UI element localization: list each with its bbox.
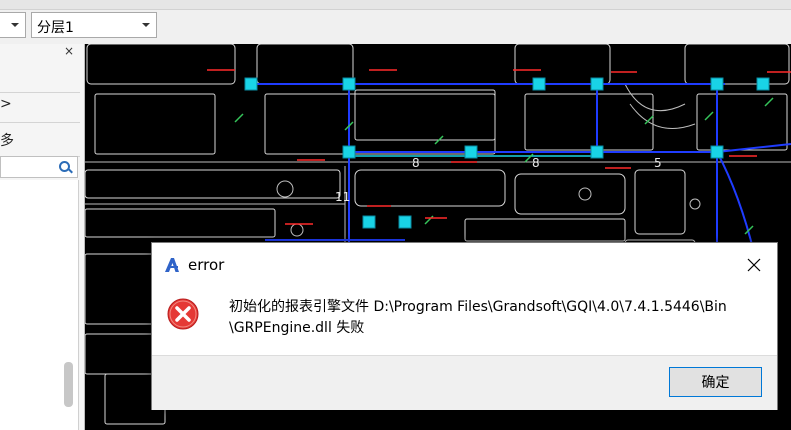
dimension-label: 5 bbox=[654, 156, 662, 170]
chevron-down-icon bbox=[142, 23, 150, 27]
dialog-message-line: \GRPEngine.dll 失败 bbox=[229, 320, 365, 336]
dialog-message-line: 初始化的报表引擎文件 D:\Program Files\Grandsoft\GQ… bbox=[229, 299, 727, 315]
panel-row-label: 多 bbox=[0, 133, 14, 149]
layer-combo[interactable]: 分层1 bbox=[31, 12, 157, 38]
panel-scrollbar-thumb[interactable] bbox=[64, 362, 73, 407]
panel-row[interactable]: 多 bbox=[0, 122, 80, 157]
dialog-titlebar[interactable]: error bbox=[152, 243, 777, 287]
top-toolbar: 分层1 bbox=[0, 0, 791, 45]
dialog-message: 初始化的报表引擎文件 D:\Program Files\Grandsoft\GQ… bbox=[229, 297, 769, 339]
dialog-footer: 确定 bbox=[152, 355, 777, 410]
dimension-label: 8 bbox=[532, 156, 540, 170]
error-x-icon bbox=[167, 298, 199, 330]
dialog-body: 初始化的报表引擎文件 D:\Program Files\Grandsoft\GQ… bbox=[152, 287, 777, 353]
panel-row[interactable]: > bbox=[0, 88, 80, 123]
layer-combo-value: 分层1 bbox=[37, 20, 74, 36]
panel-close-icon[interactable]: × bbox=[64, 44, 74, 58]
error-dialog: error 初始化的报表引擎文件 D:\Program Files\Grands… bbox=[151, 242, 778, 410]
panel-row-label: > bbox=[0, 96, 12, 112]
panel-search-input[interactable] bbox=[0, 156, 78, 178]
close-icon[interactable] bbox=[742, 253, 766, 277]
dimension-label: 8 bbox=[412, 156, 420, 170]
toolbar-strip bbox=[0, 0, 791, 10]
ok-button[interactable]: 确定 bbox=[669, 367, 762, 397]
floor-combo[interactable] bbox=[0, 12, 26, 38]
chevron-down-icon bbox=[11, 23, 19, 27]
left-panel: × > 多 bbox=[0, 44, 85, 430]
dialog-title: error bbox=[188, 256, 225, 274]
search-icon[interactable] bbox=[59, 161, 70, 172]
dimension-label: 11 bbox=[335, 190, 351, 204]
app-logo-icon bbox=[165, 258, 179, 272]
